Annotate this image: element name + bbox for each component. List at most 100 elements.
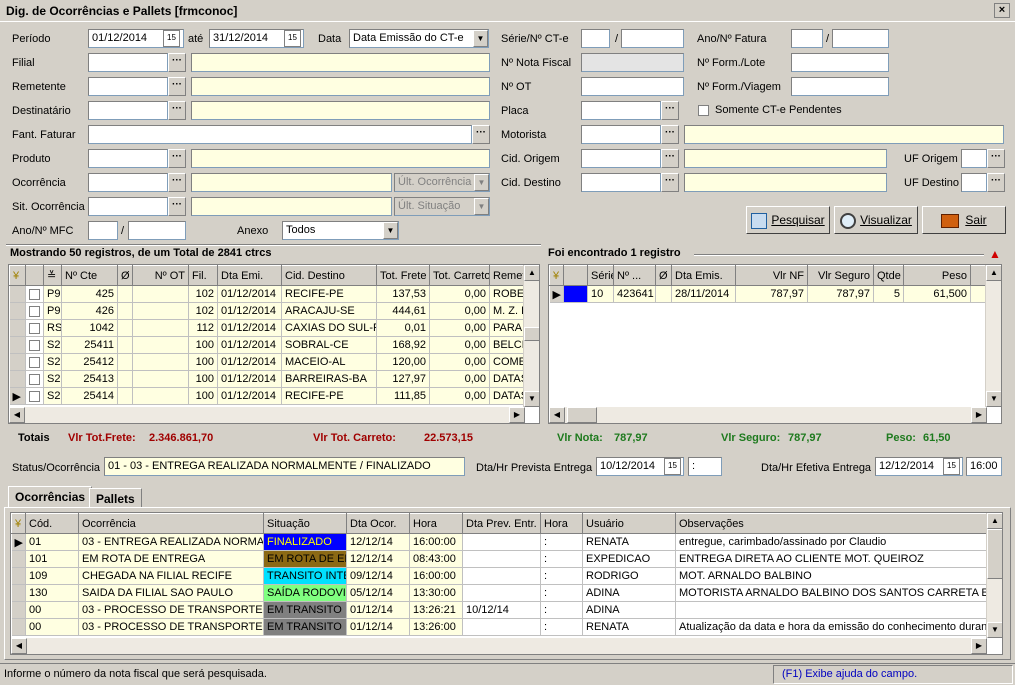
grid-header-cid-destino[interactable]: Cid. Destino — [281, 265, 377, 286]
row-checkbox[interactable] — [29, 373, 40, 385]
grid-header-dta-emi[interactable]: Dta Emi. — [217, 265, 282, 286]
table-row[interactable]: P9 425 102 01/12/2014 RECIFE-PE 137,53 0,00 ROB… — [9, 285, 527, 303]
scroll-up-icon[interactable]: ▲ — [987, 513, 1002, 529]
filial-input[interactable] — [88, 53, 168, 72]
grid-header-situacao[interactable]: Situação — [263, 513, 347, 534]
lookup-button[interactable]: ··· — [168, 173, 186, 192]
tab-pallets[interactable]: Pallets — [89, 488, 142, 508]
close-button[interactable]: × — [994, 3, 1010, 18]
row-checkbox[interactable] — [29, 288, 40, 300]
grid-header-usuario[interactable]: Usuário — [582, 513, 676, 534]
grid-header-sort[interactable]: ≚ — [43, 265, 62, 286]
grid-header-numero[interactable]: Nº ... — [613, 265, 656, 286]
scroll-right-icon[interactable]: ▶ — [509, 407, 525, 423]
sit-ocorrencia-input[interactable] — [88, 197, 168, 216]
grid-header-vlr-seguro[interactable]: Vlr Seguro — [807, 265, 874, 286]
grid-header-remetente[interactable]: Remete — [489, 265, 527, 286]
sair-button[interactable]: Sair — [922, 206, 1006, 234]
scroll-down-icon[interactable]: ▼ — [987, 622, 1002, 638]
produto-input[interactable] — [88, 149, 168, 168]
row-checkbox[interactable] — [29, 390, 40, 402]
grid-header-cod[interactable]: Cód. — [25, 513, 79, 534]
horizontal-scrollbar[interactable]: ◀ ▶ — [9, 407, 525, 423]
fatura-number-input[interactable] — [832, 29, 889, 48]
grid-header-attach[interactable]: Ø — [117, 265, 133, 286]
scroll-right-icon[interactable]: ▶ — [971, 638, 987, 654]
lookup-button[interactable]: ··· — [987, 173, 1005, 192]
table-row[interactable]: RS 1042 112 01/12/2014 CAXIAS DO SUL-R 0,01 0,… — [9, 319, 527, 337]
lookup-button[interactable]: ··· — [168, 101, 186, 120]
table-row[interactable]: P9 426 102 01/12/2014 ARACAJU-SE 444,61 0,00 M.… — [9, 302, 527, 320]
table-row[interactable]: S2 25411 100 01/12/2014 SOBRAL-CE 168,92 0,00 B… — [9, 336, 527, 354]
table-row[interactable]: 00 03 - PROCESSO DE TRANSPORTES EM TRANSIT… — [11, 618, 989, 636]
cid-origem-input[interactable] — [581, 149, 661, 168]
table-row[interactable]: 130 SAIDA DA FILIAL SAO PAULO SAÍDA RODOVI… — [11, 584, 989, 602]
chevron-down-icon[interactable]: ▼ — [474, 174, 489, 191]
grid-header-hora[interactable]: Hora — [409, 513, 463, 534]
scroll-thumb[interactable] — [524, 327, 539, 341]
lookup-button[interactable]: ··· — [472, 125, 490, 144]
lookup-button[interactable]: ··· — [987, 149, 1005, 168]
serie-input[interactable] — [581, 29, 610, 48]
placa-input[interactable] — [581, 101, 661, 120]
ano-fatura-input[interactable] — [791, 29, 823, 48]
destinatario-input[interactable] — [88, 101, 168, 120]
visualizar-button[interactable]: Visualizar — [834, 206, 918, 234]
cte-number-input[interactable] — [621, 29, 684, 48]
scroll-right-icon[interactable]: ▶ — [971, 407, 987, 423]
somente-pendentes-checkbox[interactable] — [698, 105, 709, 116]
grid-header-qtde[interactable]: Qtde — [873, 265, 904, 286]
table-row[interactable]: S2 25412 100 01/12/2014 MACEIO-AL 120,00 0,00 C… — [9, 353, 527, 371]
lookup-button[interactable]: ··· — [168, 77, 186, 96]
table-row[interactable]: ▶ S2 25414 100 01/12/2014 RECIFE-PE 111,85 0,00… — [9, 387, 527, 405]
horizontal-scrollbar[interactable]: ◀ ▶ — [11, 638, 987, 654]
ocorrencia-input[interactable] — [88, 173, 168, 192]
data-select[interactable]: Data Emissão do CT-e — [349, 29, 489, 48]
table-row[interactable]: 101 EM ROTA DE ENTREGA EM ROTA DE EN 12/12/… — [11, 550, 989, 568]
table-row[interactable]: ▶ 01 03 - ENTREGA REALIZADA NORMAL FINALIZA… — [11, 533, 989, 551]
chevron-down-icon[interactable]: ▼ — [473, 30, 488, 47]
row-checkbox-cell[interactable] — [25, 319, 44, 337]
vertical-scrollbar[interactable]: ▲ ▼ — [523, 265, 539, 407]
vertical-scrollbar[interactable]: ▲ ▼ — [985, 265, 1001, 407]
scroll-left-icon[interactable]: ◀ — [549, 407, 565, 423]
fant-faturar-input[interactable] — [88, 125, 472, 144]
grid-header-cte[interactable]: Nº Cte — [61, 265, 118, 286]
lookup-button[interactable]: ··· — [661, 101, 679, 120]
row-checkbox[interactable] — [29, 339, 40, 351]
ocorrencias-grid[interactable]: ¥ Cód. Ocorrência Situação Dta Ocor. Hor… — [10, 512, 1003, 655]
cid-destino-input[interactable] — [581, 173, 661, 192]
lookup-button[interactable]: ··· — [661, 149, 679, 168]
pesquisar-button[interactable]: Pesquisar — [746, 206, 830, 234]
scroll-up-icon[interactable]: ▲ — [986, 265, 1001, 281]
anexo-select[interactable]: Todos — [282, 221, 399, 240]
vertical-scrollbar[interactable]: ▲ ▼ — [986, 513, 1002, 638]
scroll-down-icon[interactable]: ▼ — [986, 391, 1001, 407]
scroll-left-icon[interactable]: ◀ — [11, 638, 27, 654]
table-row[interactable]: ▶ 10 423641 28/11/2014 787,97 787,97 5 61,500 — [549, 285, 989, 303]
ot-input[interactable] — [581, 77, 684, 96]
form-viagem-input[interactable] — [791, 77, 889, 96]
remetente-input[interactable] — [88, 77, 168, 96]
mfc-number-input[interactable] — [128, 221, 186, 240]
row-checkbox-cell[interactable] — [25, 336, 44, 354]
row-checkbox-cell[interactable] — [25, 387, 44, 405]
lookup-button[interactable]: ··· — [661, 125, 679, 144]
grid-header-dta-emis[interactable]: Dta Emis. — [671, 265, 736, 286]
grid-header-vlr-nf[interactable]: Vlr NF — [735, 265, 808, 286]
grid-header-tot-carreto[interactable]: Tot. Carreto — [429, 265, 490, 286]
grid-header-ocorrencia[interactable]: Ocorrência — [78, 513, 264, 534]
row-checkbox[interactable] — [29, 322, 40, 334]
calendar-icon[interactable]: 15 — [664, 458, 681, 475]
table-row[interactable]: S2 25413 100 01/12/2014 BARREIRAS-BA 127,97 0,… — [9, 370, 527, 388]
ctrc-grid[interactable]: ¥ ≚ Nº Cte Ø Nº OT Fil. Dta Emi. Cid. De… — [8, 264, 540, 424]
arrow-up-icon[interactable]: ▲ — [988, 248, 1002, 262]
grid-header-ot[interactable]: Nº OT — [132, 265, 189, 286]
calendar-icon[interactable]: 15 — [163, 30, 180, 47]
form-lote-input[interactable] — [791, 53, 889, 72]
scroll-up-icon[interactable]: ▲ — [524, 265, 539, 281]
calendar-icon[interactable]: 15 — [284, 30, 301, 47]
chevron-down-icon[interactable]: ▼ — [474, 198, 489, 215]
grid-header-peso[interactable]: Peso — [903, 265, 971, 286]
scroll-thumb[interactable] — [987, 529, 1002, 579]
